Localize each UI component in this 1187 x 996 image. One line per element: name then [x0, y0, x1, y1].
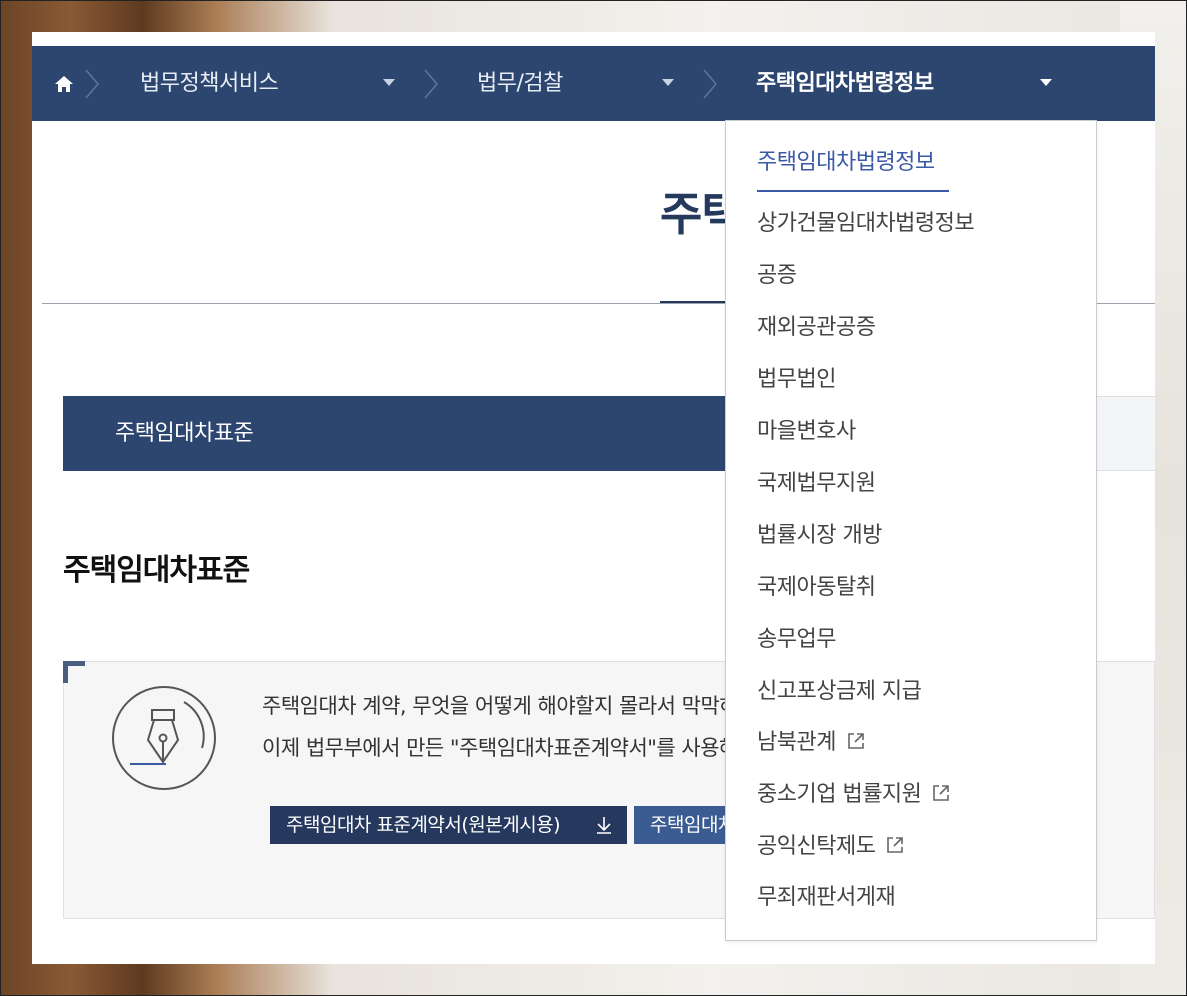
- dropdown-item[interactable]: 국제법무지원: [757, 469, 876, 499]
- info-text-line2: 이제 법무부에서 만든 "주택임대차표준계약서"를 사용해보세요.: [262, 736, 732, 760]
- dropdown-item[interactable]: 마을변호사: [757, 417, 856, 447]
- dropdown-item[interactable]: 법무법인: [757, 365, 836, 395]
- dropdown-item[interactable]: 주택임대차법령정보: [757, 148, 935, 178]
- dropdown-item-label: 상가건물임대차법령정보: [757, 211, 975, 236]
- dropdown-item[interactable]: 국제아동탈취: [757, 573, 876, 603]
- dropdown-item[interactable]: 무죄재판서게재: [757, 883, 896, 913]
- breadcrumb-level2[interactable]: 법무/검찰: [477, 46, 563, 121]
- dropdown-item-label: 공증: [757, 263, 797, 288]
- chevron-right-icon: [85, 69, 99, 99]
- caret-down-icon[interactable]: [662, 79, 674, 86]
- dropdown-item[interactable]: 공익신탁제도: [757, 832, 905, 862]
- dropdown-item-label: 무죄재판서게재: [757, 885, 896, 910]
- chevron-right-icon: [703, 69, 717, 99]
- dropdown-item-label: 국제아동탈취: [757, 575, 876, 600]
- dropdown-item[interactable]: 송무업무: [757, 625, 836, 655]
- dropdown-item-label: 공익신탁제도: [757, 834, 876, 859]
- breadcrumb-level1[interactable]: 법무정책서비스: [140, 46, 279, 121]
- caret-down-icon[interactable]: [1040, 79, 1052, 86]
- download-form-label: 주택임대차 표준계약서: [650, 814, 730, 836]
- dropdown-item-label: 중소기업 법률지원: [757, 782, 922, 807]
- section-title: 주택임대차표준: [63, 553, 250, 588]
- download-form-button[interactable]: 주택임대차 표준계약서: [634, 806, 730, 844]
- dropdown-item[interactable]: 남북관계: [757, 728, 866, 758]
- dropdown-item-label: 법무법인: [757, 367, 836, 392]
- dropdown-item[interactable]: 중소기업 법률지원: [757, 780, 951, 810]
- breadcrumb-level3[interactable]: 주택임대차법령정보: [756, 46, 934, 121]
- info-text-line1: 주택임대차 계약, 무엇을 어떻게 해야할지 몰라서 막막하셨나요?: [262, 694, 732, 718]
- dropdown-item-label: 송무업무: [757, 627, 836, 652]
- external-link-icon: [887, 837, 904, 853]
- dropdown-item[interactable]: 공증: [757, 261, 797, 291]
- page-title: 주택임대차법령정보: [660, 187, 726, 241]
- tab-housing-lease-standard[interactable]: 주택임대차표준: [63, 396, 731, 471]
- dropdown-item-label: 마을변호사: [757, 419, 856, 444]
- dropdown-item[interactable]: 상가건물임대차법령정보: [757, 209, 975, 239]
- dropdown-item[interactable]: 법률시장 개방: [757, 521, 882, 551]
- dropdown-item-label: 남북관계: [757, 730, 836, 755]
- dropdown-item-label: 주택임대차법령정보: [757, 150, 935, 175]
- external-link-icon: [933, 785, 950, 801]
- download-original-button[interactable]: 주택임대차 표준계약서(원본게시용): [270, 806, 627, 844]
- dropdown-item[interactable]: 신고포상금제 지급: [757, 677, 922, 707]
- external-link-icon: [848, 733, 864, 749]
- dropdown-item-label: 법률시장 개방: [757, 523, 882, 548]
- corner-accent: [63, 661, 85, 683]
- caret-down-icon[interactable]: [383, 79, 395, 86]
- chevron-right-icon: [424, 69, 438, 99]
- breadcrumb: 법무정책서비스 법무/검찰 주택임대차법령정보: [32, 46, 1155, 121]
- download-icon: [597, 817, 611, 834]
- home-icon[interactable]: [54, 74, 74, 94]
- dropdown-item[interactable]: 재외공관공증: [757, 313, 876, 343]
- download-original-label: 주택임대차 표준계약서(원본게시용): [286, 814, 561, 836]
- dropdown-item-label: 신고포상금제 지급: [757, 679, 922, 704]
- selected-underline: [757, 190, 949, 192]
- dropdown-item-label: 국제법무지원: [757, 471, 876, 496]
- fountain-pen-icon: [112, 686, 216, 790]
- breadcrumb-dropdown-menu: 주택임대차법령정보상가건물임대차법령정보공증재외공관공증법무법인마을변호사국제법…: [725, 120, 1097, 941]
- dropdown-item-label: 재외공관공증: [757, 315, 876, 340]
